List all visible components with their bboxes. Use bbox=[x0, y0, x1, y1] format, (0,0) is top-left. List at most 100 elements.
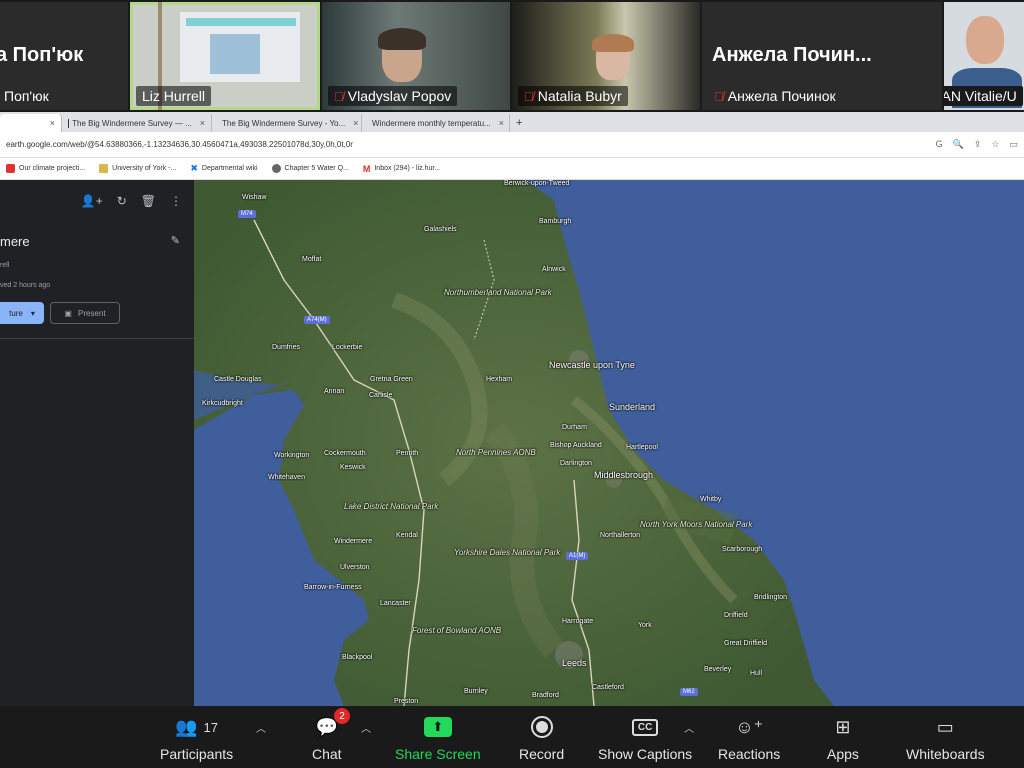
map-place-label[interactable]: Alnwick bbox=[542, 266, 566, 273]
chat-options-caret[interactable]: ︿ bbox=[361, 720, 371, 735]
map-place-label[interactable]: Leeds bbox=[562, 658, 587, 668]
map-place-label[interactable]: Harrogate bbox=[562, 618, 593, 625]
participant-tile[interactable]: Анжела Почин... 🎙̸ Анжела Починок bbox=[702, 2, 942, 110]
add-person-icon[interactable]: 👤+ bbox=[81, 194, 103, 208]
map-place-label[interactable]: Cockermouth bbox=[324, 450, 366, 457]
new-tab-button[interactable]: + bbox=[510, 114, 528, 132]
tab-windermere-youtube[interactable]: The Big Windermere Survey - Yo... × bbox=[212, 114, 362, 132]
map-place-label[interactable]: Sunderland bbox=[609, 402, 655, 412]
map-place-label[interactable]: Blackpool bbox=[342, 654, 372, 661]
extension-icon[interactable]: ▭ bbox=[1009, 139, 1018, 150]
google-icon[interactable]: G bbox=[936, 139, 943, 150]
map-place-label[interactable]: Preston bbox=[394, 698, 418, 705]
edit-icon[interactable]: ✎ bbox=[171, 234, 180, 247]
map-place-label[interactable]: Barrow-in-Furness bbox=[304, 584, 362, 591]
reactions-button[interactable]: ☺⁺ Reactions bbox=[718, 714, 780, 763]
record-button[interactable]: Record bbox=[519, 714, 564, 762]
close-icon[interactable]: × bbox=[353, 118, 358, 128]
more-icon[interactable]: ⋮ bbox=[170, 194, 182, 208]
history-icon[interactable]: ↻ bbox=[117, 194, 127, 208]
zoom-icon[interactable]: 🔍 bbox=[953, 139, 964, 150]
participant-tile[interactable]: 🎙̸ Vladyslav Popov bbox=[322, 2, 510, 110]
map-place-label[interactable]: Newcastle upon Tyne bbox=[549, 360, 635, 370]
map-place-label[interactable]: Kendal bbox=[396, 532, 418, 539]
share-icon[interactable]: ⇪ bbox=[974, 139, 982, 150]
map-place-label[interactable]: North Pennines AONB bbox=[456, 448, 536, 457]
map-place-label[interactable]: Bradford bbox=[532, 692, 559, 699]
map-place-label[interactable]: North York Moors National Park bbox=[640, 520, 752, 529]
address-bar[interactable]: earth.google.com/web/@54.63880366,-1.132… bbox=[0, 132, 1024, 158]
map-place-label[interactable]: Darlington bbox=[560, 460, 592, 467]
map-place-label[interactable]: Windermere bbox=[334, 538, 372, 545]
map-place-label[interactable]: Bishop Auckland bbox=[550, 442, 602, 449]
map-place-label[interactable]: Hull bbox=[750, 670, 762, 677]
close-icon[interactable]: × bbox=[50, 118, 55, 128]
map-place-label[interactable]: Driffield bbox=[724, 612, 748, 619]
map-place-label[interactable]: Ulverston bbox=[340, 564, 370, 571]
bookmark-star-icon[interactable]: ☆ bbox=[991, 139, 999, 150]
satellite-map[interactable]: Berwick-upon-Tweed Wishaw Galashiels Bambur… bbox=[194, 180, 1024, 706]
map-place-label[interactable]: Beverley bbox=[704, 666, 731, 673]
map-place-label[interactable]: Gretna Green bbox=[370, 376, 413, 383]
map-place-label[interactable]: Whitby bbox=[700, 496, 721, 503]
map-place-label[interactable]: Moffat bbox=[302, 256, 321, 263]
show-captions-button[interactable]: CC Show Captions bbox=[598, 714, 692, 762]
trash-icon[interactable]: 🗑 bbox=[141, 194, 156, 208]
map-place-label[interactable]: Keswick bbox=[340, 464, 366, 471]
map-place-label[interactable]: Great Driffield bbox=[724, 640, 767, 647]
bookmark-item[interactable]: M Inbox (294) - liz.hur... bbox=[363, 164, 440, 174]
map-place-label[interactable]: Penrith bbox=[396, 450, 418, 457]
participant-tile[interactable]: 🎙̸DILAN Vitalie/U bbox=[944, 2, 1024, 110]
map-place-label[interactable]: Dumfries bbox=[272, 344, 300, 351]
map-place-label[interactable]: York bbox=[638, 622, 652, 629]
bookmark-item[interactable]: Chapter 5 Water Q... bbox=[271, 164, 349, 173]
map-place-label[interactable]: Hexham bbox=[486, 376, 512, 383]
tab-google-earth[interactable]: × bbox=[0, 114, 62, 132]
map-place-label[interactable]: Bamburgh bbox=[539, 218, 571, 225]
map-place-label[interactable]: Bridlington bbox=[754, 594, 787, 601]
share-screen-button[interactable]: ⬆ Share Screen bbox=[395, 714, 481, 762]
close-icon[interactable]: × bbox=[200, 118, 205, 128]
map-place-label[interactable]: Castleford bbox=[592, 684, 624, 691]
map-place-label[interactable]: Annan bbox=[324, 388, 344, 395]
chat-button[interactable]: 💬 2 Chat bbox=[312, 708, 350, 762]
captions-options-caret[interactable]: ︿ bbox=[684, 720, 694, 735]
map-place-label[interactable]: Middlesbrough bbox=[594, 470, 653, 480]
map-place-label[interactable]: Northumberland National Park bbox=[444, 288, 552, 297]
tab-windermere-survey[interactable]: The Big Windermere Survey — ... × bbox=[62, 114, 212, 132]
map-place-label[interactable]: Lockerbie bbox=[332, 344, 362, 351]
map-place-label[interactable]: Burnley bbox=[464, 688, 488, 695]
map-place-label[interactable]: Whitehaven bbox=[268, 474, 305, 481]
map-place-label[interactable]: Hartlepool bbox=[626, 444, 658, 451]
new-feature-button[interactable]: ture ▾ bbox=[0, 302, 44, 324]
map-place-label[interactable]: Forest of Bowland AONB bbox=[412, 626, 501, 635]
map-place-label[interactable]: Yorkshire Dales National Park bbox=[454, 548, 560, 557]
map-place-label[interactable]: Galashiels bbox=[424, 226, 457, 233]
url-text[interactable]: earth.google.com/web/@54.63880366,-1.132… bbox=[6, 140, 936, 149]
participant-tile[interactable]: 🎙̸ Natalia Bubyr bbox=[512, 2, 700, 110]
bookmark-item[interactable]: ✖ Departmental wiki bbox=[190, 163, 257, 174]
map-place-label[interactable]: Northallerton bbox=[600, 532, 640, 539]
map-place-label[interactable]: Durham bbox=[562, 424, 587, 431]
tab-windermere-temperature[interactable]: Windermere monthly temperatu... × bbox=[362, 114, 510, 132]
whiteboards-button[interactable]: ▭ Whiteboards bbox=[906, 714, 985, 763]
map-place-label[interactable]: Berwick-upon-Tweed bbox=[504, 180, 569, 187]
map-place-label[interactable]: Castle Douglas bbox=[214, 376, 261, 383]
map-place-label[interactable]: Carlisle bbox=[369, 392, 392, 399]
participants-button[interactable]: 👥 17 Participants bbox=[160, 714, 233, 763]
present-button[interactable]: ▣ Present bbox=[50, 302, 120, 324]
participants-options-caret[interactable]: ︿ bbox=[256, 720, 266, 735]
participant-tile[interactable]: а Поп'юк Поп'юк bbox=[0, 2, 128, 110]
road-shield: A74(M) bbox=[304, 316, 330, 324]
map-place-label[interactable]: Lancaster bbox=[380, 600, 411, 607]
apps-button[interactable]: ⊞ Apps bbox=[827, 714, 859, 763]
map-place-label[interactable]: Lake District National Park bbox=[344, 502, 438, 511]
bookmark-item[interactable]: Our climate projecti... bbox=[6, 164, 85, 173]
participant-tile[interactable]: Liz Hurrell bbox=[130, 2, 320, 110]
map-place-label[interactable]: Scarborough bbox=[722, 546, 762, 553]
map-place-label[interactable]: Kirkcudbright bbox=[202, 400, 243, 407]
map-place-label[interactable]: Wishaw bbox=[242, 194, 267, 201]
close-icon[interactable]: × bbox=[499, 118, 504, 128]
bookmark-item[interactable]: University of York -... bbox=[99, 164, 176, 173]
map-place-label[interactable]: Workington bbox=[274, 452, 309, 459]
